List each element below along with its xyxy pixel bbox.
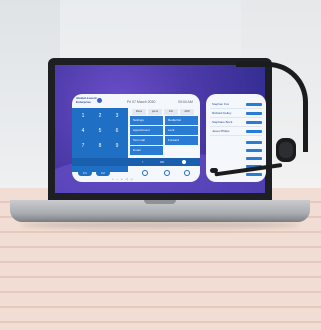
contact-name: Stephane Bock <box>212 120 233 124</box>
laptop-notch <box>144 200 176 204</box>
headset-mic-tip <box>210 168 218 173</box>
f1-button[interactable]: F1 <box>78 170 92 176</box>
menu-redial-list[interactable]: Redial list <box>165 116 198 125</box>
speaker-icon[interactable] <box>164 170 170 176</box>
ok-button[interactable]: OK <box>160 158 164 166</box>
headset-icon[interactable] <box>142 170 148 176</box>
menu-forward[interactable]: Forward <box>165 136 198 145</box>
brand-line2: Enterprise <box>76 99 91 104</box>
tab-bar: Menu perso Info ADD <box>132 109 196 115</box>
chevron-left-icon[interactable]: ‹ <box>142 158 143 166</box>
menu-grid: Settings Appointment Text mail Email Red… <box>128 116 200 156</box>
presence-bar <box>246 173 262 176</box>
brand-mark-icon <box>97 98 102 103</box>
laptop-base <box>10 200 310 222</box>
date-label: Fri 07 March 2030 <box>127 100 156 104</box>
key-4[interactable]: 4 <box>76 125 90 137</box>
key-7[interactable]: 7 <box>76 140 90 152</box>
contact-name: Jesus Philips <box>212 129 230 133</box>
headset-band <box>236 62 308 152</box>
menu-lock[interactable]: Lock <box>165 126 198 135</box>
brand-logo: Alcatel-Lucent Enterprise <box>76 96 97 104</box>
f2-button[interactable]: F2 <box>96 170 110 176</box>
headset-earpiece <box>276 138 296 162</box>
menu-appointment[interactable]: Appointment <box>130 126 163 135</box>
app-footer: F1 F2 ♪ – + ◁ ◇ <box>72 168 200 182</box>
contact-name: Richard Kelley <box>212 111 232 115</box>
key-6[interactable]: 6 <box>110 125 124 137</box>
menu-email[interactable]: Email <box>130 146 163 155</box>
hangup-icon[interactable] <box>184 170 190 176</box>
volume-controls[interactable]: ♪ – + ◁ ◇ <box>112 177 134 181</box>
headset-ear-pad <box>279 142 293 158</box>
select-dot-icon[interactable] <box>182 160 186 164</box>
navigation-bar: ‹ OK <box>72 158 200 166</box>
menu-text-mail[interactable]: Text mail <box>130 136 163 145</box>
menu-settings[interactable]: Settings <box>130 116 163 125</box>
time-label: 09:04 AM <box>178 100 193 104</box>
tab-info[interactable]: Info <box>164 109 178 115</box>
app-header: Alcatel-Lucent Enterprise Fri 07 March 2… <box>72 94 200 108</box>
key-8[interactable]: 8 <box>93 140 107 152</box>
softphone-window: Alcatel-Lucent Enterprise Fri 07 March 2… <box>72 94 200 182</box>
presence-bar <box>246 157 262 160</box>
key-5[interactable]: 5 <box>93 125 107 137</box>
key-3[interactable]: 3 <box>110 110 124 122</box>
key-1[interactable]: 1 <box>76 110 90 122</box>
laptop-shadow <box>20 221 300 229</box>
tab-perso[interactable]: perso <box>148 109 162 115</box>
tab-menu[interactable]: Menu <box>132 109 146 115</box>
key-9[interactable]: 9 <box>110 140 124 152</box>
contact-name: Stephen Fox <box>212 102 230 106</box>
tab-add[interactable]: ADD <box>180 109 194 115</box>
key-2[interactable]: 2 <box>93 110 107 122</box>
